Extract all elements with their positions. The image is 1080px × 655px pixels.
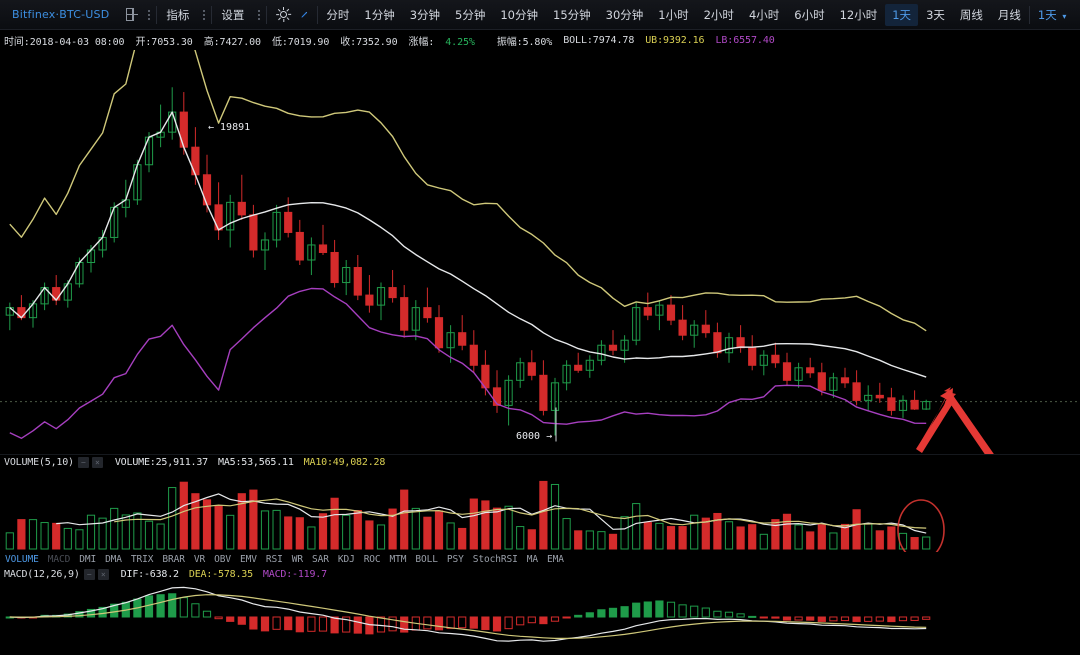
indicator-tab-psy[interactable]: PSY xyxy=(447,554,464,565)
divider xyxy=(1028,5,1030,24)
timeframe-tab-2[interactable]: 3分钟 xyxy=(403,4,447,26)
macd-dif: DIF:-638.2 xyxy=(120,569,179,580)
divider xyxy=(317,5,319,24)
timeframe-tab-6[interactable]: 30分钟 xyxy=(599,4,651,26)
indicator-tab-wr[interactable]: WR xyxy=(292,554,303,565)
info-close: 收:7352.90 xyxy=(340,37,398,48)
timeframe-tab-10[interactable]: 6小时 xyxy=(787,4,831,26)
volume-ma5: MA5:53,565.11 xyxy=(218,457,294,468)
divider xyxy=(266,5,268,24)
macd-macd: MACD:-119.7 xyxy=(262,569,327,580)
indicator-tab-volume[interactable]: VOLUME xyxy=(5,554,39,565)
timeframe-dropdown[interactable]: 1天 ▾ xyxy=(1031,4,1074,26)
grid-menu-dots-icon[interactable] xyxy=(142,0,155,30)
timeframe-tab-4[interactable]: 10分钟 xyxy=(493,4,545,26)
indicator-tab-obv[interactable]: OBV xyxy=(214,554,231,565)
annotation-high-label: ← 19891 xyxy=(208,122,251,133)
symbol-label[interactable]: Bitfinex·BTC-USD xyxy=(0,8,118,21)
volume-title: VOLUME(5,10) xyxy=(4,457,74,468)
indicator-tab-ema[interactable]: EMA xyxy=(547,554,564,565)
macd-close-button[interactable]: × xyxy=(97,569,109,580)
ohlc-info-bar: 时间:2018-04-03 08:00 开:7053.30 高:7427.00 … xyxy=(0,31,1080,50)
volume-close-button[interactable]: × xyxy=(91,457,103,468)
indicator-tab-boll[interactable]: BOLL xyxy=(415,554,438,565)
chevron-down-icon: ▾ xyxy=(1062,11,1067,21)
timeframe-tab-7[interactable]: 1小时 xyxy=(651,4,695,26)
divider xyxy=(211,5,213,24)
indicator-tab-ma[interactable]: MA xyxy=(527,554,538,565)
timeframe-tab-9[interactable]: 4小时 xyxy=(742,4,786,26)
indicator-tab-emv[interactable]: EMV xyxy=(240,554,257,565)
info-time: 时间:2018-04-03 08:00 xyxy=(4,37,125,48)
trading-chart-app: Bitfinex·BTC-USD 指标 设置 分时 1分钟 3分钟 5分钟 10… xyxy=(0,0,1080,655)
timeframe-tab-15[interactable]: 月线 xyxy=(991,4,1028,26)
price-chart-panel[interactable]: ← 19891 6000 → xyxy=(0,50,1080,455)
toolbar: Bitfinex·BTC-USD 指标 设置 分时 1分钟 3分钟 5分钟 10… xyxy=(0,0,1080,30)
info-lb: LB:6557.40 xyxy=(715,35,775,46)
indicator-tab-roc[interactable]: ROC xyxy=(364,554,381,565)
info-change-value: 4.25% xyxy=(445,37,475,48)
grid-icon[interactable] xyxy=(118,0,142,30)
indicator-menu-dots-icon[interactable] xyxy=(197,0,210,30)
volume-ma10: MA10:49,082.28 xyxy=(303,457,386,468)
macd-panel[interactable]: MACD(12,26,9) − × DIF:-638.2 DEA:-578.35… xyxy=(0,567,1080,655)
timeframe-tab-1[interactable]: 1分钟 xyxy=(357,4,401,26)
annotation-low-label: 6000 → xyxy=(516,431,553,442)
info-low: 低:7019.90 xyxy=(271,37,330,48)
indicator-tab-stochrsi[interactable]: StochRSI xyxy=(473,554,518,565)
volume-value: VOLUME:25,911.37 xyxy=(114,457,208,468)
macd-minimize-button[interactable]: − xyxy=(83,569,95,580)
macd-dea: DEA:-578.35 xyxy=(188,569,253,580)
macd-panel-header: MACD(12,26,9) − × DIF:-638.2 DEA:-578.35… xyxy=(4,569,337,580)
volume-panel[interactable]: VOLUME(5,10) − × VOLUME:25,911.37 MA5:53… xyxy=(0,455,1080,552)
info-amplitude: 振幅:5.80% xyxy=(496,37,553,48)
indicator-tab-macd[interactable]: MACD xyxy=(48,554,71,565)
timeframe-tab-5[interactable]: 15分钟 xyxy=(546,4,598,26)
indicator-tab-dma[interactable]: DMA xyxy=(105,554,122,565)
settings-button[interactable]: 设置 xyxy=(213,0,252,30)
settings-menu-dots-icon[interactable] xyxy=(252,0,265,30)
timeframe-tab-13[interactable]: 3天 xyxy=(919,4,952,26)
indicator-tab-brar[interactable]: BRAR xyxy=(162,554,185,565)
pencil-icon[interactable] xyxy=(292,0,316,30)
sun-icon[interactable] xyxy=(268,0,292,30)
timeframe-tab-14[interactable]: 周线 xyxy=(953,4,990,26)
timeframe-tab-0[interactable]: 分时 xyxy=(319,4,356,26)
indicator-tab-vr[interactable]: VR xyxy=(194,554,205,565)
indicator-button[interactable]: 指标 xyxy=(158,0,197,30)
timeframe-tabs: 分时 1分钟 3分钟 5分钟 10分钟 15分钟 30分钟 1小时 2小时 4小时 6小时 12小时 1… xyxy=(319,3,1028,26)
info-change: 涨幅: 4.25% xyxy=(408,37,475,48)
volume-minimize-button[interactable]: − xyxy=(77,457,89,468)
indicator-tab-bar: VOLUME MACD DMI DMA TRIX BRAR VR OBV EMV RSI WR SAR… xyxy=(0,552,1080,567)
volume-panel-header: VOLUME(5,10) − × VOLUME:25,911.37 MA5:53… xyxy=(4,457,395,468)
timeframe-tab-11[interactable]: 12小时 xyxy=(833,4,885,26)
timeframe-tab-12[interactable]: 1天 xyxy=(885,3,919,26)
timeframe-tab-8[interactable]: 2小时 xyxy=(697,4,741,26)
indicator-tab-sar[interactable]: SAR xyxy=(312,554,329,565)
info-ub: UB:9392.16 xyxy=(645,35,705,46)
indicator-tab-mtm[interactable]: MTM xyxy=(390,554,407,565)
indicator-tab-trix[interactable]: TRIX xyxy=(131,554,154,565)
info-high: 高:7427.00 xyxy=(203,37,261,48)
indicator-tab-rsi[interactable]: RSI xyxy=(266,554,283,565)
macd-title: MACD(12,26,9) xyxy=(4,569,80,580)
indicator-tab-kdj[interactable]: KDJ xyxy=(338,554,355,565)
indicator-tab-dmi[interactable]: DMI xyxy=(79,554,96,565)
timeframe-tab-3[interactable]: 5分钟 xyxy=(448,4,492,26)
timeframe-dropdown-label: 1天 xyxy=(1037,7,1057,22)
info-boll: BOLL:7974.78 xyxy=(563,35,635,46)
info-open: 开:7053.30 xyxy=(135,37,193,48)
divider xyxy=(156,5,158,24)
